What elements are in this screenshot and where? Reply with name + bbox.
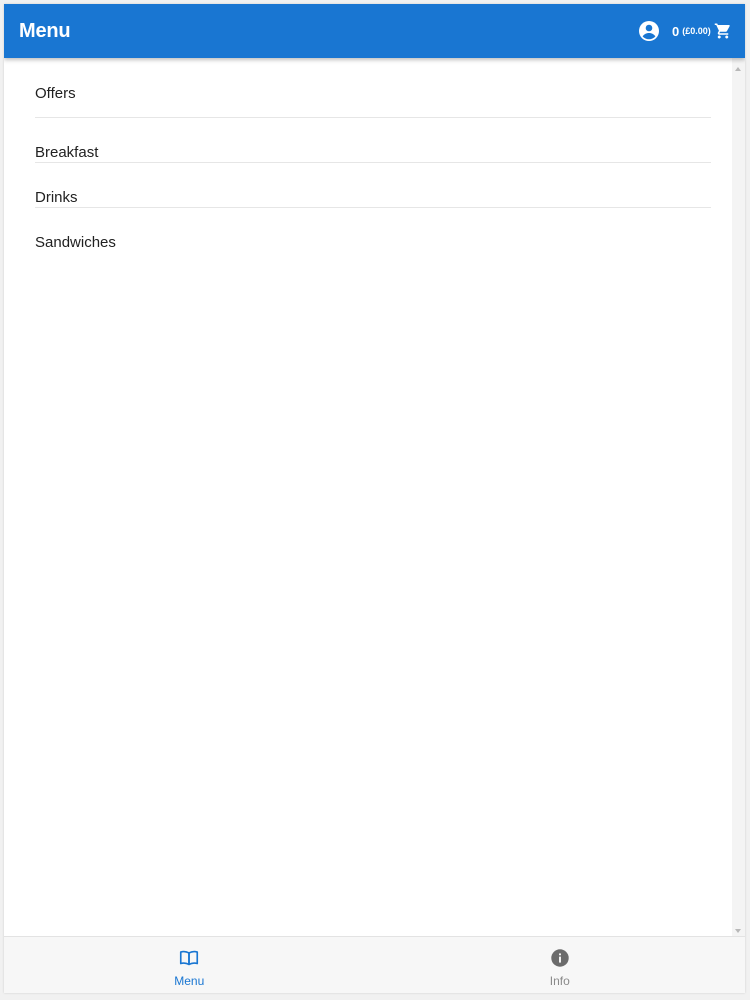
cart-button[interactable]: 0 (£0.00) [672,4,732,58]
category-item-breakfast[interactable]: Breakfast [35,118,711,163]
account-circle-icon [637,19,661,43]
category-label: Offers [35,85,76,103]
category-item-offers[interactable]: Offers [35,58,711,118]
account-button[interactable] [637,19,661,43]
app-window: Menu 0 (£0.00) Offers Breakfast Drinks S… [4,4,745,993]
shopping-cart-icon [714,22,732,40]
scrollbar[interactable] [732,58,745,936]
nav-item-info[interactable]: Info [375,937,746,993]
nav-item-menu[interactable]: Menu [4,937,375,993]
category-list-container: Offers Breakfast Drinks Sandwiches [4,58,732,936]
app-bar: Menu 0 (£0.00) [4,4,745,58]
nav-label-menu: Menu [174,974,205,988]
scroll-up-arrow-icon[interactable] [735,67,741,71]
category-label: Sandwiches [35,234,116,252]
category-label: Drinks [35,189,78,207]
category-list: Offers Breakfast Drinks Sandwiches [4,58,711,252]
scroll-down-arrow-icon[interactable] [735,929,741,933]
info-icon [549,947,571,969]
category-label: Breakfast [35,144,99,162]
cart-count: 0 [672,23,680,39]
nav-label-info: Info [549,974,570,988]
page-title: Menu [19,20,71,42]
book-open-icon [178,947,200,969]
category-item-drinks[interactable]: Drinks [35,163,711,208]
category-item-sandwiches[interactable]: Sandwiches [35,208,711,252]
bottom-navigation: Menu Info [4,936,745,993]
cart-total: (£0.00) [682,26,711,36]
